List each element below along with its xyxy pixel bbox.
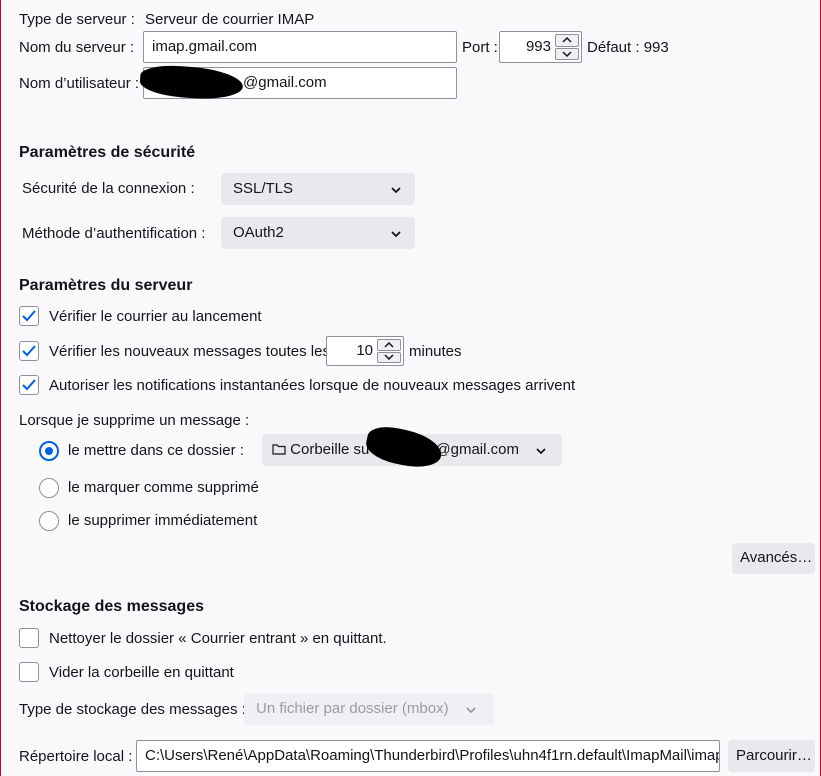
checkmark-icon: [22, 310, 36, 322]
check-new-messages-checkbox[interactable]: [19, 341, 39, 361]
move-to-folder-label[interactable]: le mettre dans ce dossier :: [68, 442, 244, 460]
security-heading: Paramètres de sécurité: [19, 144, 196, 161]
local-dir-label: Répertoire local :: [19, 748, 133, 765]
on-delete-label: Lorsque je supprime un message :: [19, 412, 250, 429]
checkmark-icon: [22, 379, 36, 391]
check-on-start-checkbox[interactable]: [19, 306, 39, 326]
chevron-down-icon: [391, 217, 401, 249]
check-interval-value: 10: [356, 342, 373, 359]
store-type-value: Un fichier par dossier (mbox): [256, 700, 449, 717]
connection-security-select[interactable]: SSL/TLS: [221, 173, 415, 205]
spinner-up-icon[interactable]: [555, 34, 579, 47]
store-type-select: Un fichier par dossier (mbox): [244, 693, 494, 725]
auth-method-select[interactable]: OAuth2: [221, 217, 415, 249]
port-default-label: Défaut : 993: [587, 39, 669, 56]
spinner-up-icon[interactable]: [377, 339, 401, 351]
port-label: Port :: [462, 39, 498, 56]
move-to-folder-radio[interactable]: [39, 441, 59, 461]
allow-notifications-checkbox[interactable]: [19, 375, 39, 395]
connection-security-value: SSL/TLS: [233, 180, 294, 197]
clean-inbox-label[interactable]: Nettoyer le dossier « Courrier entrant »…: [49, 630, 387, 648]
server-type-label: Type de serveur :: [19, 11, 135, 28]
trash-folder-domain: @gmail.com: [435, 441, 519, 458]
connection-security-label: Sécurité de la connexion :: [22, 180, 195, 197]
advanced-button[interactable]: Avancés…: [732, 543, 815, 574]
folder-icon: [272, 435, 286, 467]
checkmark-icon: [22, 345, 36, 357]
local-dir-input[interactable]: C:\Users\René\AppData\Roaming\Thunderbir…: [136, 740, 720, 772]
server-type-value: Serveur de courrier IMAP: [145, 11, 315, 28]
browse-button[interactable]: Parcourir…: [728, 740, 815, 772]
chevron-down-icon: [466, 693, 476, 725]
username-label: Nom d’utilisateur :: [19, 75, 140, 92]
chevron-down-icon: [391, 173, 401, 205]
port-value: 993: [525, 38, 551, 55]
clean-inbox-checkbox[interactable]: [19, 628, 39, 648]
delete-immediately-radio[interactable]: [39, 511, 59, 531]
username-domain: @gmail.com: [243, 74, 327, 91]
delete-immediately-label[interactable]: le supprimer immédiatement: [68, 512, 257, 530]
trash-folder-prefix: Corbeille su: [290, 441, 370, 458]
chevron-down-icon: [536, 434, 546, 466]
store-type-label: Type de stockage des messages :: [19, 701, 246, 718]
mark-deleted-radio[interactable]: [39, 478, 59, 498]
storage-heading: Stockage des messages: [19, 598, 204, 615]
allow-notifications-label[interactable]: Autoriser les notifications instantanées…: [49, 377, 575, 395]
server-name-label: Nom du serveur :: [19, 39, 135, 56]
server-settings-heading: Paramètres du serveur: [19, 277, 193, 294]
check-interval-unit: minutes: [409, 343, 462, 360]
check-interval-spinner[interactable]: 10: [326, 336, 404, 366]
server-name-input[interactable]: imap.gmail.com: [143, 31, 457, 63]
check-new-messages-label[interactable]: Vérifier les nouveaux messages toutes le…: [49, 343, 330, 361]
spinner-down-icon[interactable]: [377, 351, 401, 363]
empty-trash-checkbox[interactable]: [19, 662, 39, 682]
auth-method-value: OAuth2: [233, 224, 284, 241]
spinner-down-icon[interactable]: [555, 47, 579, 60]
empty-trash-label[interactable]: Vider la corbeille en quittant: [49, 664, 234, 682]
auth-method-label: Méthode d’authentification :: [22, 225, 206, 242]
mark-deleted-label[interactable]: le marquer comme supprimé: [68, 479, 259, 497]
check-on-start-label[interactable]: Vérifier le courrier au lancement: [49, 308, 262, 326]
port-spinner[interactable]: 993: [499, 31, 582, 63]
